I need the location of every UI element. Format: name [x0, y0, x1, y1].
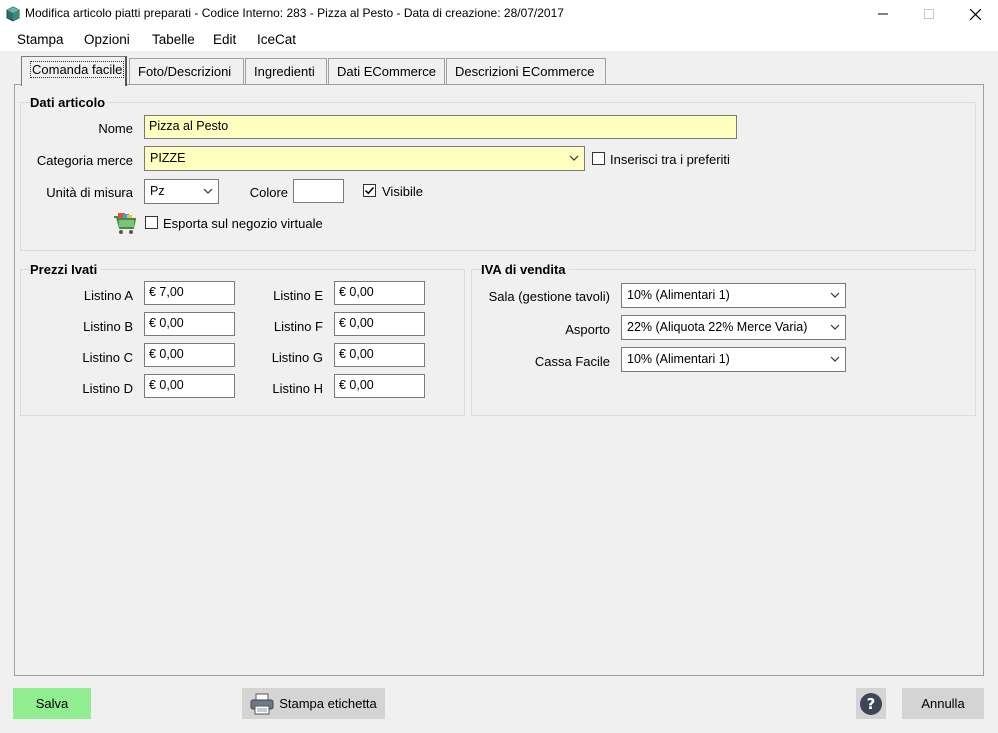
menu-stampa[interactable]: Stampa — [17, 32, 64, 47]
iva-sala-label: Sala (gestione tavoli) — [488, 289, 610, 304]
nome-label: Nome — [98, 121, 133, 136]
nome-input[interactable]: Pizza al Pesto — [144, 115, 737, 139]
group-title-prezzi: Prezzi Ivati — [30, 262, 101, 277]
listino-c-label: Listino C — [82, 350, 133, 365]
help-icon: ? — [860, 692, 882, 715]
group-title-dati-articolo: Dati articolo — [30, 95, 109, 110]
window-title: Modifica articolo piatti preparati - Cod… — [25, 6, 564, 20]
listino-f-label: Listino F — [273, 319, 323, 334]
chevron-down-icon — [830, 292, 840, 298]
iva-asporto-value: 22% (Aliquota 22% Merce Varia) — [627, 320, 808, 334]
title-bar: Modifica articolo piatti preparati - Cod… — [0, 0, 998, 28]
chevron-down-icon — [830, 356, 840, 362]
annulla-button[interactable]: Annulla — [902, 688, 984, 719]
tab-descrizioni-ecommerce[interactable]: Descrizioni ECommerce — [446, 58, 606, 84]
tab-comanda-facile[interactable]: Comanda facile — [21, 56, 127, 86]
checkmark-icon — [364, 186, 375, 195]
listino-e-input[interactable]: € 0,00 — [334, 281, 425, 305]
preferiti-label: Inserisci tra i preferiti — [610, 152, 730, 167]
help-button[interactable]: ? — [856, 688, 886, 719]
listino-f-input[interactable]: € 0,00 — [334, 312, 425, 336]
tab-dati-ecommerce[interactable]: Dati ECommerce — [328, 58, 445, 84]
menu-tabelle[interactable]: Tabelle — [152, 32, 195, 47]
chevron-down-icon — [569, 155, 579, 161]
colore-label: Colore — [249, 185, 288, 200]
categoria-label: Categoria merce — [36, 153, 133, 168]
stampa-etichetta-label: Stampa etichetta — [279, 696, 377, 711]
tab-label: Comanda facile — [30, 61, 125, 78]
listino-b-label: Listino B — [83, 319, 133, 334]
listino-d-label: Listino D — [82, 381, 133, 396]
listino-g-label: Listino G — [271, 350, 323, 365]
esporta-label: Esporta sul negozio virtuale — [163, 216, 323, 231]
categoria-select[interactable]: PIZZE — [144, 146, 585, 171]
iva-cassa-label: Cassa Facile — [534, 354, 610, 369]
menu-edit[interactable]: Edit — [213, 32, 236, 47]
chevron-down-icon — [830, 324, 840, 330]
app-cube-icon — [6, 6, 20, 22]
printer-icon — [250, 693, 274, 714]
listino-d-input[interactable]: € 0,00 — [144, 374, 235, 398]
preferiti-checkbox[interactable] — [592, 152, 605, 165]
minimize-button[interactable] — [860, 0, 906, 28]
maximize-icon — [924, 9, 934, 19]
iva-cassa-value: 10% (Alimentari 1) — [627, 352, 730, 366]
maximize-button — [906, 0, 952, 28]
listino-b-input[interactable]: € 0,00 — [144, 312, 235, 336]
iva-asporto-select[interactable]: 22% (Aliquota 22% Merce Varia) — [621, 315, 846, 340]
listino-h-label: Listino H — [272, 381, 323, 396]
categoria-value: PIZZE — [150, 151, 186, 165]
salva-button[interactable]: Salva — [13, 688, 91, 719]
tab-foto-descrizioni[interactable]: Foto/Descrizioni — [129, 58, 244, 84]
close-button[interactable] — [952, 0, 998, 28]
tab-ingredienti[interactable]: Ingredienti — [245, 58, 327, 84]
listino-h-input[interactable]: € 0,00 — [334, 374, 425, 398]
iva-sala-value: 10% (Alimentari 1) — [627, 288, 730, 302]
group-title-iva: IVA di vendita — [481, 262, 569, 277]
visibile-checkbox[interactable] — [363, 184, 376, 197]
stampa-etichetta-button[interactable]: Stampa etichetta — [242, 688, 385, 719]
listino-g-input[interactable]: € 0,00 — [334, 343, 425, 367]
svg-text:?: ? — [867, 695, 876, 713]
iva-asporto-label: Asporto — [565, 322, 610, 337]
menu-bar: Stampa Opzioni Tabelle Edit IceCat — [0, 28, 998, 52]
iva-cassa-select[interactable]: 10% (Alimentari 1) — [621, 347, 846, 372]
listino-a-label: Listino A — [83, 288, 133, 303]
listino-c-input[interactable]: € 0,00 — [144, 343, 235, 367]
unita-select[interactable]: Pz — [144, 179, 219, 204]
visibile-label: Visibile — [382, 184, 423, 199]
listino-a-input[interactable]: € 7,00 — [144, 281, 235, 305]
minimize-icon — [878, 13, 888, 15]
esporta-checkbox[interactable] — [145, 216, 158, 229]
colore-input[interactable] — [293, 179, 344, 203]
listino-e-label: Listino E — [273, 288, 323, 303]
chevron-down-icon — [203, 188, 213, 194]
menu-icecat[interactable]: IceCat — [257, 32, 296, 47]
iva-sala-select[interactable]: 10% (Alimentari 1) — [621, 283, 846, 308]
unita-label: Unità di misura — [46, 185, 133, 200]
unita-value: Pz — [150, 184, 165, 198]
close-icon — [969, 8, 981, 20]
menu-opzioni[interactable]: Opzioni — [84, 32, 130, 47]
shopping-cart-icon — [114, 213, 137, 234]
